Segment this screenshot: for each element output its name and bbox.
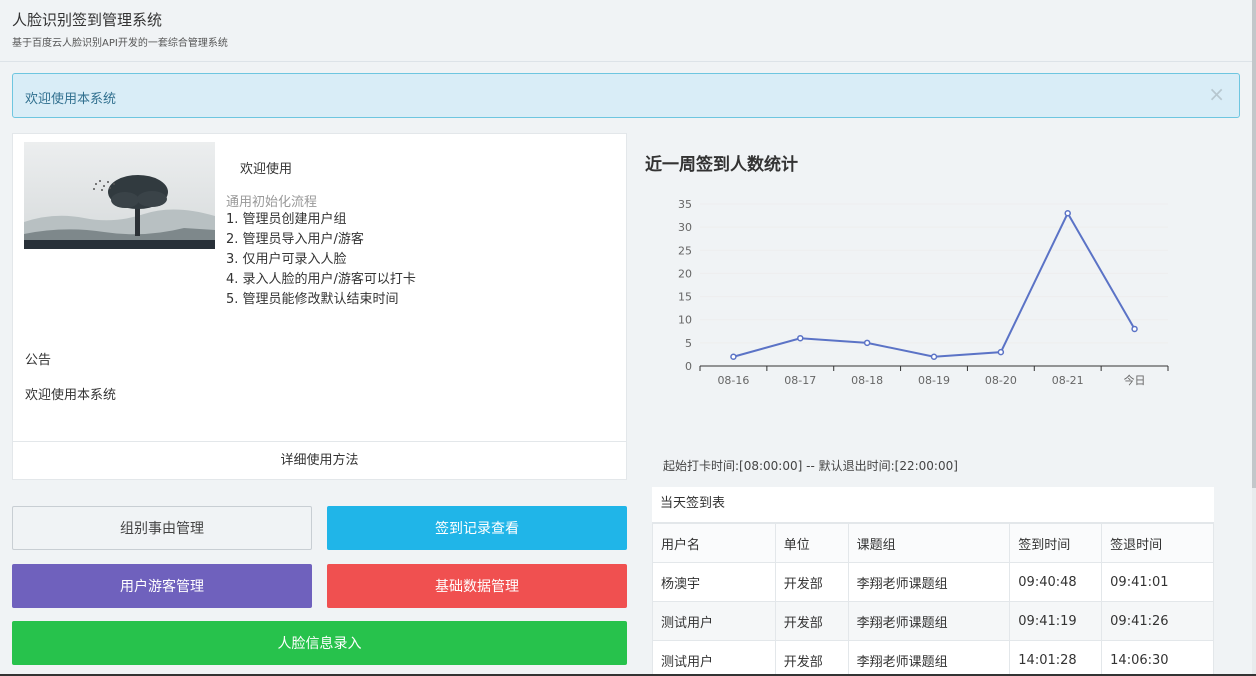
table-cell: 14:06:30: [1101, 640, 1214, 676]
column-header: 课题组: [847, 523, 1011, 563]
table-cell: 李翔老师课题组: [847, 562, 1011, 602]
app-subtitle: 基于百度云人脸识别API开发的一套综合管理系统: [12, 38, 228, 49]
x-tick-label: 08-19: [918, 374, 950, 387]
step-item: 1. 管理员创建用户组: [226, 212, 347, 227]
data-point: [1064, 210, 1071, 217]
flow-title: 通用初始化流程: [226, 195, 318, 210]
table-row: 测试用户 开发部 李翔老师课题组 14:01:28 14:06:30: [652, 640, 1214, 676]
step-item: 5. 管理员能修改默认结束时间: [226, 292, 399, 307]
table-cell: 09:40:48: [1009, 562, 1103, 602]
y-tick-label: 25: [678, 244, 692, 257]
step-item: 2. 管理员导入用户/游客: [226, 232, 364, 247]
table-cell: 杨澳宇: [652, 562, 776, 602]
table-cell: 李翔老师课题组: [847, 640, 1011, 676]
y-tick-label: 35: [678, 198, 692, 211]
face-entry-button[interactable]: 人脸信息录入: [12, 621, 627, 665]
x-tick-label: 08-21: [1052, 374, 1084, 387]
x-tick-label: 今日: [1124, 373, 1146, 387]
page-scrollbar[interactable]: [1252, 0, 1256, 676]
table-cell: 测试用户: [652, 601, 776, 641]
today-checkin-panel: 当天签到表 用户名 单位 课题组 签到时间 签退时间 杨澳宇 开发部 李翔老师课…: [652, 487, 1214, 676]
x-tick-label: 08-16: [717, 374, 749, 387]
table-row: 测试用户 开发部 李翔老师课题组 09:41:19 09:41:26: [652, 601, 1214, 641]
basic-data-management-button[interactable]: 基础数据管理: [327, 564, 627, 608]
table-header-row: 用户名 单位 课题组 签到时间 签退时间: [652, 523, 1214, 563]
y-tick-label: 20: [678, 267, 692, 280]
y-tick-label: 30: [678, 221, 692, 234]
step-item: 4. 录入人脸的用户/游客可以打卡: [226, 272, 416, 287]
user-guest-management-button[interactable]: 用户游客管理: [12, 564, 312, 608]
close-icon[interactable]: ×: [1208, 84, 1225, 104]
table-caption: 当天签到表: [652, 487, 1214, 523]
y-tick-label: 10: [678, 314, 692, 327]
table-cell: 李翔老师课题组: [847, 601, 1011, 641]
data-point: [997, 348, 1005, 356]
init-steps-list: 1. 管理员创建用户组 2. 管理员导入用户/游客 3. 仅用户可录入人脸 4.…: [226, 210, 416, 310]
notice-title: 公告: [25, 353, 52, 368]
table-cell: 09:41:26: [1101, 601, 1214, 641]
weekly-checkin-chart: 0 5 10 15 20 25 30 35 08-16 08-17 08-18 08-19 08-20 0…: [660, 190, 1180, 390]
data-point: [730, 353, 737, 360]
table-cell: 测试用户: [652, 640, 776, 676]
column-header: 签退时间: [1101, 523, 1214, 563]
group-management-button[interactable]: 组别事由管理: [12, 506, 312, 550]
column-header: 单位: [774, 523, 849, 563]
intro-card: 欢迎使用 通用初始化流程 1. 管理员创建用户组 2. 管理员导入用户/游客 3…: [12, 133, 627, 480]
time-range-info: 起始打卡时间:[08:00:00] -- 默认退出时间:[22:00:00]: [663, 459, 958, 473]
app-title: 人脸识别签到管理系统: [12, 11, 163, 29]
data-point: [797, 334, 804, 342]
data-point: [930, 353, 938, 360]
table-cell: 开发部: [774, 640, 849, 676]
table-cell: 09:41:01: [1101, 562, 1214, 602]
y-tick-label: 15: [678, 291, 692, 304]
step-item: 3. 仅用户可录入人脸: [226, 252, 347, 267]
column-header: 用户名: [652, 523, 776, 563]
alert-message: 欢迎使用本系统: [25, 92, 117, 107]
data-point: [863, 339, 871, 347]
notice-text: 欢迎使用本系统: [25, 388, 117, 403]
x-tick-label: 08-17: [784, 374, 816, 387]
column-header: 签到时间: [1009, 523, 1103, 563]
table-cell: 开发部: [774, 601, 849, 641]
y-tick-label: 0: [685, 360, 692, 373]
record-view-button[interactable]: 签到记录查看: [327, 506, 627, 550]
y-tick-label: 5: [685, 337, 692, 350]
data-point: [1131, 325, 1138, 333]
table-cell: 开发部: [774, 562, 849, 602]
x-tick-label: 08-20: [985, 374, 1017, 387]
scrollbar-thumb[interactable]: [1252, 0, 1256, 488]
x-tick-label: 08-18: [851, 374, 883, 387]
app-header: 人脸识别签到管理系统 基于百度云人脸识别API开发的一套综合管理系统: [0, 0, 1252, 62]
welcome-alert: 欢迎使用本系统 ×: [12, 73, 1240, 118]
chart-title: 近一周签到人数统计: [645, 155, 798, 175]
today-checkin-table: 用户名 单位 课题组 签到时间 签退时间 杨澳宇 开发部 李翔老师课题组 09:…: [652, 523, 1214, 676]
table-cell: 09:41:19: [1009, 601, 1103, 641]
table-row: 杨澳宇 开发部 李翔老师课题组 09:40:48 09:41:01: [652, 562, 1214, 602]
welcome-heading: 欢迎使用: [240, 162, 293, 177]
tree-landscape-image: [24, 142, 215, 249]
detail-usage-link[interactable]: 详细使用方法: [13, 441, 626, 480]
table-cell: 14:01:28: [1009, 640, 1103, 676]
series-line: [733, 211, 1136, 358]
